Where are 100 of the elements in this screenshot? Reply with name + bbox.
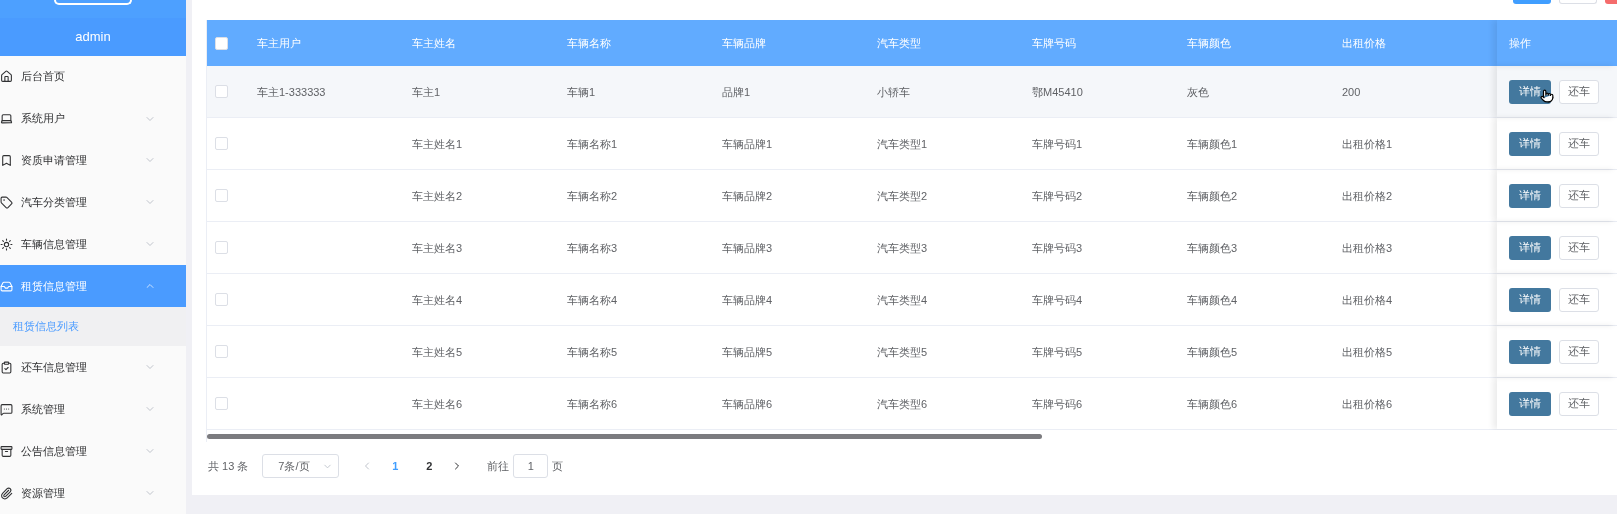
menu-item[interactable]: 公告信息管理 [0,430,186,473]
row-checkbox[interactable] [215,397,228,410]
goto-label: 前往 [487,458,510,474]
row-checkbox[interactable] [215,241,228,254]
table-cell: 鄂M45410 [1032,85,1083,98]
table-cell: 品牌1 [722,85,751,98]
tag-icon [0,195,13,209]
menu-item[interactable]: 系统用户 [0,97,186,140]
table-cell: 车辆品牌4 [722,293,773,306]
table-cell: 汽车类型2 [877,189,928,202]
menu-item[interactable]: 汽车分类管理 [0,181,186,224]
sun-icon [0,237,13,251]
table-cell: 车主1 [412,85,441,98]
table-cell: 车辆颜色6 [1187,397,1238,410]
table-cell: 灰色 [1187,85,1209,98]
row-checkbox[interactable] [215,85,228,98]
menu-item[interactable]: 还车信息管理 [0,346,186,389]
details-button[interactable]: 详情 [1509,235,1551,260]
table-cell: 车辆1 [567,85,596,98]
row-checkbox[interactable] [215,137,228,150]
table-cell: 汽车类型6 [877,397,928,410]
page-input[interactable]: 1 [513,454,549,478]
laptop-icon [0,112,13,125]
column-header: 车辆颜色 [1187,37,1231,49]
return-car-button[interactable]: 还车 [1559,131,1599,156]
hand-cursor-icon [1540,88,1554,104]
table-cell: 车辆颜色4 [1187,293,1238,306]
return-car-button[interactable]: 还车 [1559,339,1599,364]
table-cell: 车主姓名4 [412,293,463,306]
table-cell: 车主姓名2 [412,189,463,202]
toolbar-button[interactable] [1559,0,1597,4]
page-size-select[interactable]: 7条/页 [262,454,340,478]
table-cell: 汽车类型5 [877,345,928,358]
row-checkbox[interactable] [215,345,228,358]
menu-item[interactable]: 资质申请管理 [0,139,186,182]
menu-item[interactable]: 车辆信息管理 [0,223,186,266]
table-cell: 车辆名称5 [567,345,618,358]
table-cell: 汽车类型3 [877,241,928,254]
table-cell: 车辆品牌6 [722,397,773,410]
archive-icon [0,444,13,458]
table-cell: 车主姓名5 [412,345,463,358]
return-car-button[interactable]: 还车 [1559,391,1599,416]
return-car-button[interactable]: 还车 [1559,235,1599,260]
table-cell: 出租价格5 [1342,345,1393,358]
table-cell: 车辆颜色3 [1187,241,1238,254]
menu-item[interactable]: 系统管理 [0,388,186,431]
table-cell: 车主姓名1 [412,137,463,150]
table-cell: 车辆品牌1 [722,137,773,150]
page-number[interactable]: 2 [417,457,442,475]
goto-suffix: 页 [552,458,564,474]
toolbar-button[interactable] [1513,0,1551,4]
table-cell: 车主姓名3 [412,241,463,254]
table-cell: 车辆名称1 [567,137,618,150]
table-cell: 车辆名称4 [567,293,618,306]
details-button[interactable]: 详情 [1509,391,1551,416]
select-all-checkbox[interactable] [215,36,228,50]
table-cell: 车辆品牌5 [722,345,773,358]
row-checkbox[interactable] [215,293,228,306]
table-cell: 出租价格2 [1342,189,1393,202]
table-cell: 车主1-333333 [257,85,326,98]
details-button[interactable]: 详情 [1509,287,1551,312]
table-cell: 车牌号码5 [1032,345,1083,358]
column-header: 车辆名称 [567,37,611,49]
details-button[interactable]: 详情 [1509,183,1551,208]
horizontal-scrollbar[interactable] [207,434,1042,439]
inbox-icon [0,279,13,293]
return-car-button[interactable]: 还车 [1559,79,1599,104]
details-button[interactable]: 详情 [1509,131,1551,156]
table-cell: 车牌号码1 [1032,137,1083,150]
table-cell: 出租价格4 [1342,293,1393,306]
return-car-button[interactable]: 还车 [1559,183,1599,208]
column-header: 操作 [1509,35,1531,51]
row-checkbox[interactable] [215,189,228,202]
clipboard-icon [0,360,13,374]
table-cell: 车牌号码6 [1032,397,1083,410]
user-name: admin [75,27,111,46]
column-header: 车辆品牌 [722,37,766,49]
bookmark-icon [0,153,13,167]
table-cell: 车辆颜色5 [1187,345,1238,358]
return-car-button[interactable]: 还车 [1559,287,1599,312]
paperclip-icon [0,486,13,500]
home-icon [0,70,13,84]
table-cell: 车辆品牌3 [722,241,773,254]
menu-item[interactable]: 资源管理 [0,472,186,514]
table-cell: 出租价格6 [1342,397,1393,410]
table-cell: 200 [1342,85,1361,98]
table-cell: 汽车类型4 [877,293,928,306]
column-header: 汽车类型 [877,37,921,49]
table-cell: 车牌号码2 [1032,189,1083,202]
toolbar-button[interactable] [1605,0,1617,4]
menu-item[interactable]: 后台首页 [0,55,186,98]
details-button[interactable]: 详情 [1509,339,1551,364]
column-header: 车主用户 [257,37,301,49]
table-cell: 车辆名称2 [567,189,618,202]
column-header: 出租价格 [1342,37,1386,49]
total-count: 共 13 条 [208,458,249,474]
table-cell: 车辆颜色1 [1187,137,1238,150]
table-cell: 车主姓名6 [412,397,463,410]
table-cell: 车辆品牌2 [722,189,773,202]
table-cell: 车牌号码4 [1032,293,1083,306]
